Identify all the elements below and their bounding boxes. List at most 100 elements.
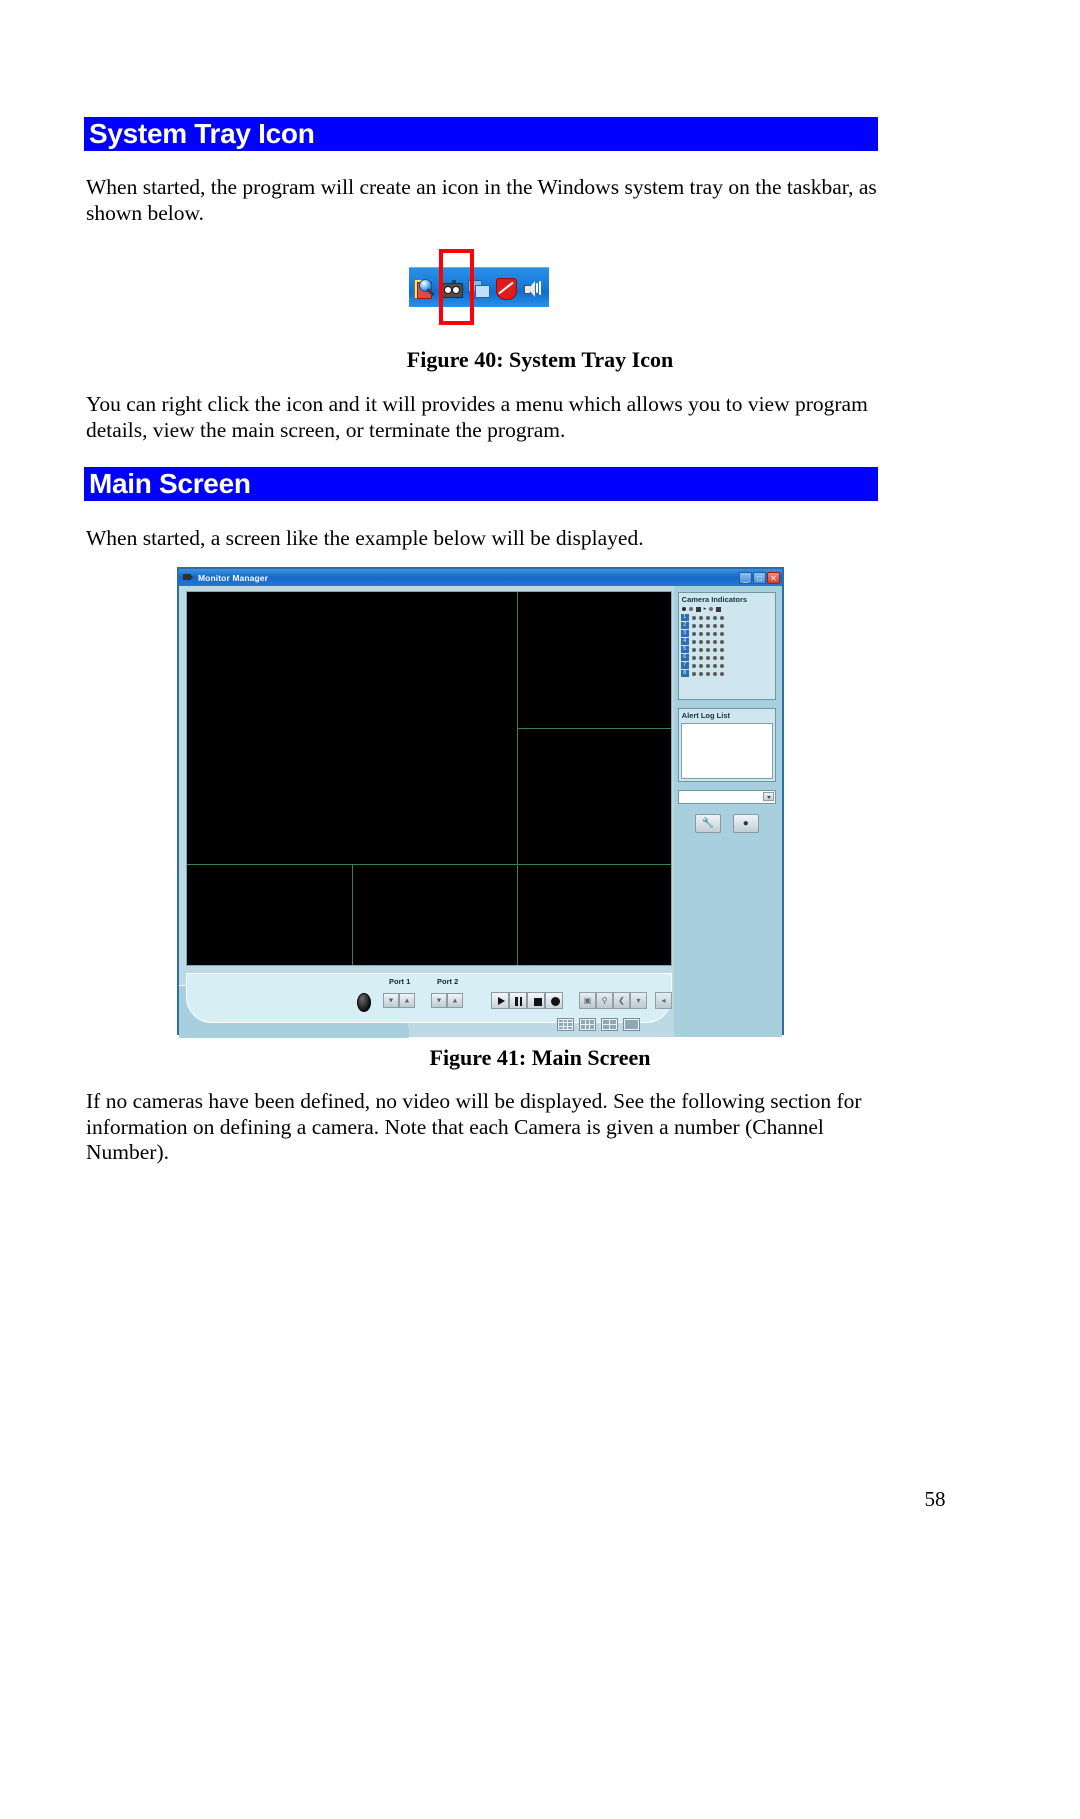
camera-indicator-rows: 1 2 3 4 5 6 7 8 <box>679 613 775 680</box>
indicator-dot <box>719 655 724 660</box>
legend-label: ▸ <box>703 606 707 612</box>
video-grid[interactable] <box>186 591 672 966</box>
indicator-dot <box>712 615 717 620</box>
window-body: Port 1 Port 2 ▼ ▲ ▼ ▲ ▣ ⚲ ❮ ▾ ◂ Camera I… <box>179 586 782 1038</box>
channel-number: 7 <box>680 662 689 669</box>
tilt-down-icon[interactable]: ▾ <box>630 992 647 1009</box>
record-icon[interactable] <box>545 992 563 1009</box>
document-page: System Tray Icon When started, the progr… <box>0 0 1080 1819</box>
camera-indicators-title: Camera Indicators <box>681 595 748 604</box>
indicator-dot <box>691 623 696 628</box>
figure-main-screen: Monitor Manager _ □ ✕ Port 1 Port 2 ▼ ▲ … <box>177 567 784 1038</box>
indicator-dot <box>691 639 696 644</box>
grid-line-vertical-3 <box>517 864 518 965</box>
indicator-dot <box>712 623 717 628</box>
page-number-footer: 58 <box>0 1487 1080 1512</box>
channel-number: 2 <box>680 622 689 629</box>
alert-log-list[interactable] <box>680 723 773 779</box>
indicator-dot <box>691 655 696 660</box>
alert-filter-dropdown[interactable] <box>677 790 776 804</box>
indicator-dot <box>705 647 710 652</box>
port-2-down-button[interactable]: ▼ <box>431 993 447 1008</box>
tool-buttons: 🔧 ● <box>678 814 776 833</box>
chevron-down-icon[interactable] <box>763 792 774 801</box>
settings-wrench-icon[interactable]: 🔧 <box>694 814 721 833</box>
table-row[interactable]: 6 <box>680 654 773 661</box>
channel-number: 6 <box>680 654 689 661</box>
maximize-button[interactable]: □ <box>753 571 766 584</box>
port-1-up-button[interactable]: ▲ <box>399 993 415 1008</box>
network-icon <box>466 275 492 301</box>
minimize-button[interactable]: _ <box>739 571 752 584</box>
channel-number: 1 <box>680 614 689 621</box>
camera-icon[interactable] <box>439 275 465 301</box>
snapshot-icon[interactable]: ▣ <box>579 992 596 1009</box>
titlebar-camera-icon <box>183 573 194 582</box>
highlight-mask-bottom <box>443 307 470 321</box>
highlight-mask-top <box>443 253 470 267</box>
indicator-dot <box>705 639 710 644</box>
table-row[interactable]: 5 <box>680 646 773 653</box>
page-number: 58 <box>924 1487 946 1511</box>
indicator-dot <box>719 631 724 636</box>
play-icon[interactable] <box>491 992 509 1009</box>
indicator-dot <box>698 663 703 668</box>
stop-icon[interactable] <box>527 992 545 1009</box>
indicator-dot <box>691 631 696 636</box>
indicator-dot <box>705 623 710 628</box>
grid-line-vertical-2 <box>352 864 353 965</box>
channel-number: 3 <box>680 630 689 637</box>
layout-mode-buttons <box>557 1018 640 1031</box>
table-row[interactable]: 7 <box>680 662 773 669</box>
table-row[interactable]: 1 <box>680 614 773 621</box>
camera-indicators-legend: ▸ <box>679 606 775 613</box>
grid-line-horizontal-1 <box>517 728 671 729</box>
indicator-dot <box>698 647 703 652</box>
window-control-buttons: _ □ ✕ <box>739 571 780 584</box>
camera-setup-icon[interactable]: ● <box>732 814 759 833</box>
indicator-dot <box>705 631 710 636</box>
legend-square2-icon <box>716 606 722 612</box>
camera-controls: ▣ ⚲ ❮ ▾ <box>579 992 647 1009</box>
layout-4-icon[interactable] <box>601 1018 618 1031</box>
indicator-dot <box>719 639 724 644</box>
side-panel: Camera Indicators ▸ 1 2 3 4 5 6 7 8 Aler… <box>673 586 782 1037</box>
indicator-dot <box>705 671 710 676</box>
indicator-dot <box>712 671 717 676</box>
layout-6-icon[interactable] <box>579 1018 596 1031</box>
layout-9-icon[interactable] <box>557 1018 574 1031</box>
port-1-buttons: ▼ ▲ <box>383 993 415 1008</box>
legend-dot3-icon <box>709 607 714 611</box>
table-row[interactable]: 2 <box>680 622 773 629</box>
indicator-dot <box>691 671 696 676</box>
focus-icon[interactable]: ◂ <box>655 992 672 1009</box>
indicator-dot <box>712 655 717 660</box>
pan-left-icon[interactable]: ❮ <box>613 992 630 1009</box>
window-title-bar: Monitor Manager _ □ ✕ <box>179 569 782 586</box>
indicator-dot <box>712 631 717 636</box>
port-2-up-button[interactable]: ▲ <box>447 993 463 1008</box>
close-button[interactable]: ✕ <box>767 571 780 584</box>
status-led-indicator <box>357 993 371 1012</box>
port-1-label: Port 1 <box>389 977 411 986</box>
pause-icon[interactable] <box>509 992 527 1009</box>
paragraph-main-intro: When started, a screen like the example … <box>86 526 644 550</box>
zoom-icon[interactable]: ⚲ <box>596 992 613 1009</box>
indicator-dot <box>719 623 724 628</box>
table-row[interactable]: 4 <box>680 638 773 645</box>
indicator-dot <box>698 655 703 660</box>
paragraph-tray-intro: When started, the program will create an… <box>86 175 877 225</box>
indicator-dot <box>698 615 703 620</box>
port-1-down-button[interactable]: ▼ <box>383 993 399 1008</box>
windows-system-tray-bar <box>409 267 549 307</box>
speaker-icon <box>520 275 546 301</box>
layout-1-icon[interactable] <box>623 1018 640 1031</box>
table-row[interactable]: 8 <box>680 670 773 677</box>
figure-system-tray <box>409 249 549 325</box>
scanner-icon <box>412 275 438 301</box>
camera-indicators-panel: Camera Indicators ▸ 1 2 3 4 5 6 7 8 <box>677 592 776 700</box>
alert-log-title: Alert Log List <box>681 711 730 720</box>
paragraph-no-cameras: If no cameras have been defined, no vide… <box>86 1089 862 1164</box>
channel-number: 5 <box>680 646 689 653</box>
table-row[interactable]: 3 <box>680 630 773 637</box>
